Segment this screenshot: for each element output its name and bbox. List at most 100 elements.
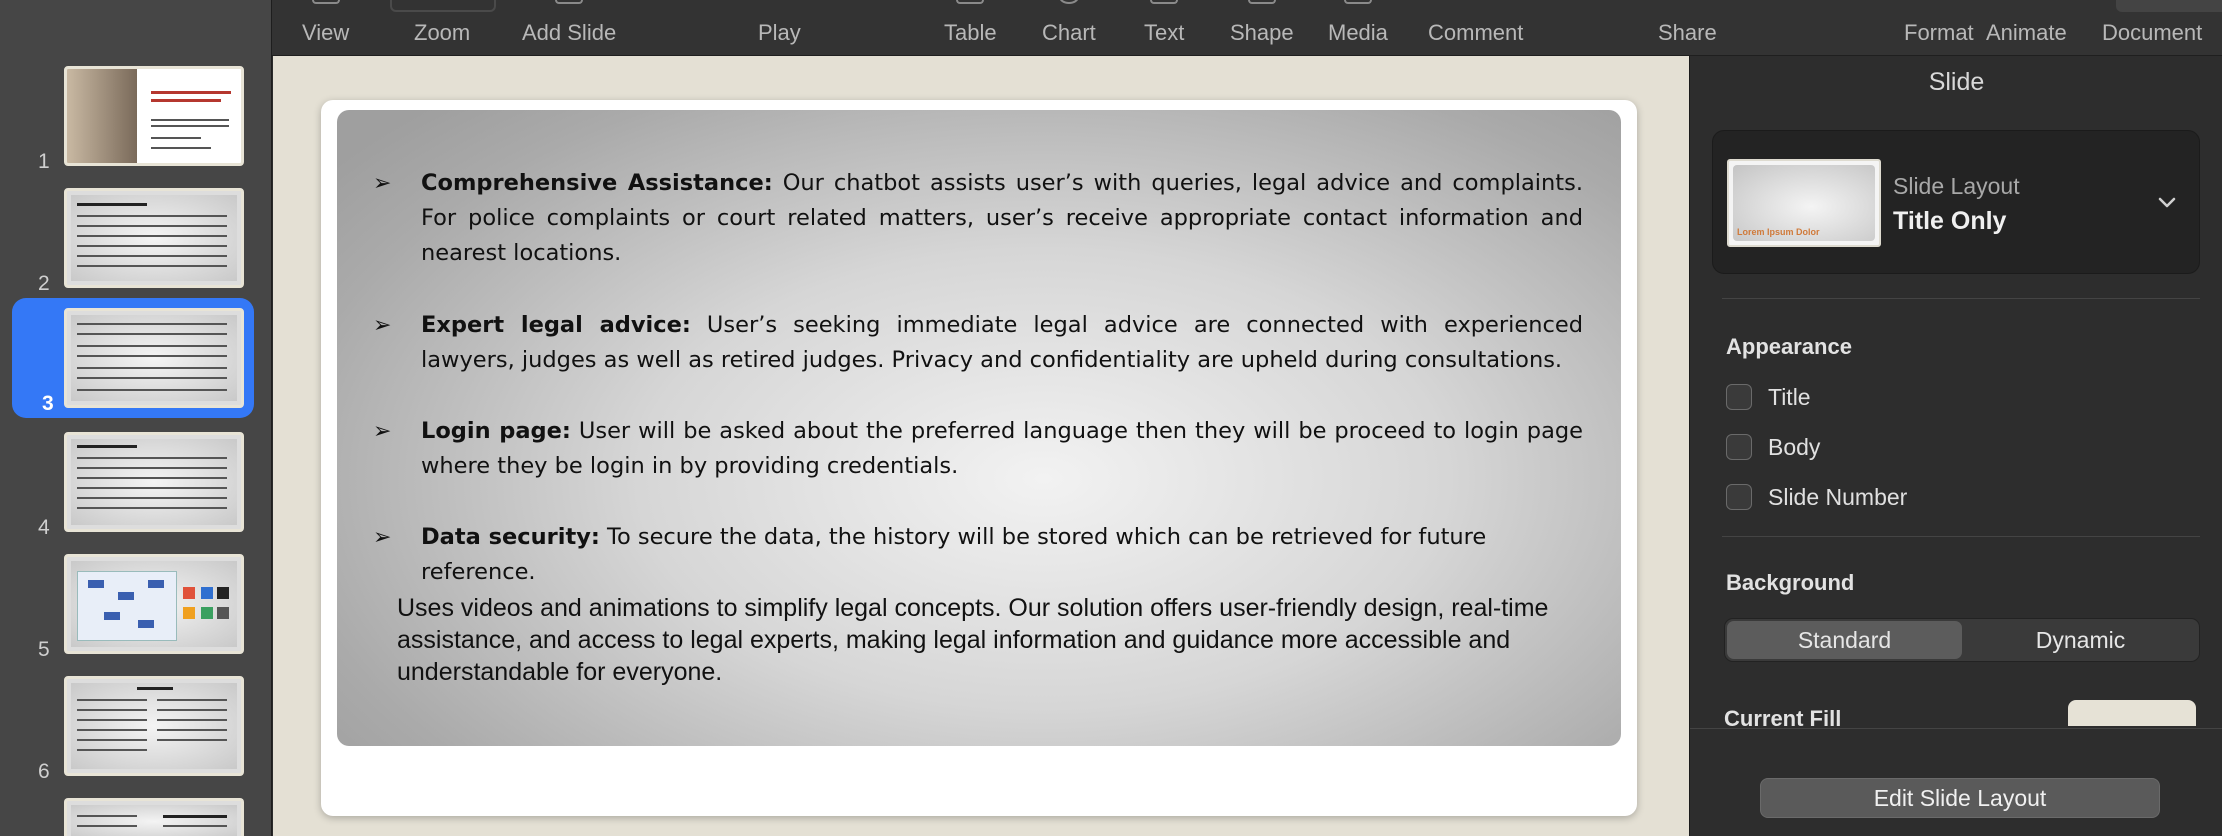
thumb-text-line [77, 333, 227, 335]
standard-segment[interactable]: Standard [1727, 621, 1962, 659]
zoom-label: Zoom [414, 20, 471, 45]
thumb-text-line [157, 709, 227, 711]
slide-thumbnail-image [64, 308, 244, 408]
document-label: Document [2102, 20, 2203, 45]
zoom-button[interactable]: Zoom [414, 0, 470, 56]
slide-number-checkbox[interactable] [1726, 484, 1752, 510]
thumb-text-line [157, 729, 227, 731]
thumb-text-line [151, 119, 229, 121]
animate-label: Animate [1986, 20, 2067, 45]
format-button[interactable]: Format [1904, 0, 1974, 56]
bullet-comprehensive-assistance[interactable]: ➢ Comprehensive Assistance: Our chatbot … [373, 166, 1583, 271]
slide-thumbnail-image [64, 676, 244, 776]
robot-image [67, 69, 137, 163]
thumb-background [71, 439, 237, 525]
slide-thumbnail-4[interactable]: 4 [0, 430, 272, 542]
logo-icon [201, 587, 213, 599]
text-icon [1150, 0, 1179, 4]
media-icon [1343, 0, 1372, 4]
edit-slide-layout-button[interactable]: Edit Slide Layout [1760, 778, 2160, 818]
background-heading: Background [1726, 570, 1855, 595]
title-checkbox[interactable] [1726, 384, 1752, 410]
slide-layout-label: Slide Layout [1893, 173, 2020, 199]
bullet-data-security[interactable]: ➢ Data security: To secure the data, the… [373, 520, 1583, 590]
thumb-text-line [151, 137, 201, 139]
slide-thumbnail-image [64, 188, 244, 288]
slide-number: 3 [42, 392, 54, 415]
thumb-text-line [77, 345, 227, 347]
slide-canvas[interactable]: ➢ Comprehensive Assistance: Our chatbot … [273, 56, 1689, 836]
thumb-title-line [137, 687, 173, 690]
thumb-text-line [77, 729, 147, 731]
play-button[interactable]: Play [758, 0, 801, 56]
slide-thumbnail-image [64, 432, 244, 532]
keynote-window: 1 2 3 4 5 6 View Zoom Add Slide Play Tab… [0, 0, 2222, 836]
current-slide[interactable]: ➢ Comprehensive Assistance: Our chatbot … [321, 100, 1637, 816]
thumb-text-line [77, 467, 227, 469]
thumb-text-line [77, 265, 227, 267]
bullet-body: User will be asked about the preferred l… [421, 418, 1583, 479]
share-label: Share [1658, 20, 1717, 45]
add-slide-button[interactable]: Add Slide [522, 0, 616, 56]
thumb-text-line [77, 215, 227, 217]
body-checkbox[interactable] [1726, 434, 1752, 460]
summary-paragraph[interactable]: Uses videos and animations to simplify l… [397, 592, 1557, 688]
chevron-down-icon[interactable] [2157, 193, 2177, 213]
thumb-text-line [77, 825, 137, 827]
dynamic-segment[interactable]: Dynamic [1963, 621, 2198, 659]
shape-button[interactable]: Shape [1230, 0, 1294, 56]
slide-thumbnail-3[interactable]: 3 [12, 298, 254, 418]
slide-navigator[interactable]: 1 2 3 4 5 6 [0, 0, 272, 836]
view-label: View [302, 20, 350, 45]
title-checkbox-label: Title [1768, 383, 1811, 410]
slide-thumbnail-5[interactable]: 5 [0, 552, 272, 664]
comment-button[interactable]: Comment [1428, 0, 1523, 56]
divider [1722, 298, 2200, 299]
thumb-background [71, 805, 237, 836]
thumb-text-line [77, 699, 147, 701]
thumb-text-line [77, 245, 227, 247]
slide-thumbnail-7[interactable] [0, 796, 272, 836]
thumb-title-line [151, 91, 231, 94]
document-button[interactable]: Document [2102, 0, 2202, 56]
background-type-control[interactable]: Standard Dynamic [1724, 618, 2200, 662]
diagram-box [88, 580, 104, 588]
slide-thumbnail-6[interactable]: 6 [0, 674, 272, 786]
thumb-text-line [151, 125, 229, 127]
bullet-heading: Data security: [421, 524, 600, 550]
slide-thumbnail-1[interactable]: 1 [0, 64, 272, 176]
format-label: Format [1904, 20, 1974, 45]
bullet-login-page[interactable]: ➢ Login page: User will be asked about t… [373, 414, 1583, 484]
bullet-text: Expert legal advice: User’s seeking imme… [421, 308, 1583, 378]
body-checkbox-row[interactable]: Body [1726, 432, 1820, 462]
thumb-text-line [157, 739, 227, 741]
diagram-box [138, 620, 154, 628]
diagram-box [118, 592, 134, 600]
thumb-text-line [77, 355, 227, 357]
shape-label: Shape [1230, 20, 1294, 45]
slide-content-box[interactable]: ➢ Comprehensive Assistance: Our chatbot … [337, 110, 1621, 746]
media-label: Media [1328, 20, 1388, 45]
thumb-text-line [77, 235, 227, 237]
share-button[interactable]: Share [1658, 0, 1717, 56]
bullet-expert-legal-advice[interactable]: ➢ Expert legal advice: User’s seeking im… [373, 308, 1583, 378]
current-fill-swatch[interactable] [2068, 700, 2196, 726]
view-button[interactable]: View [302, 0, 349, 56]
slide-number: 6 [38, 760, 50, 783]
appearance-heading: Appearance [1726, 334, 1852, 359]
divider [1722, 536, 2200, 537]
animate-button[interactable]: Animate [1986, 0, 2067, 56]
slide-number-checkbox-row[interactable]: Slide Number [1726, 482, 1907, 512]
arrow-bullet-icon: ➢ [373, 171, 392, 196]
title-checkbox-row[interactable]: Title [1726, 382, 1811, 412]
slide-layout-selector[interactable]: Lorem Ipsum Dolor Slide Layout Title Onl… [1712, 130, 2200, 274]
thumb-text-line [151, 147, 211, 149]
slide-number-checkbox-label: Slide Number [1768, 483, 1908, 510]
slide-thumbnail-2[interactable]: 2 [0, 186, 272, 298]
bullet-heading: Login page: [421, 418, 571, 444]
slide-thumbnail-image [64, 798, 244, 836]
table-button[interactable]: Table [944, 0, 997, 56]
chart-button[interactable]: Chart [1042, 0, 1096, 56]
media-button[interactable]: Media [1328, 0, 1388, 56]
text-button[interactable]: Text [1144, 0, 1184, 56]
